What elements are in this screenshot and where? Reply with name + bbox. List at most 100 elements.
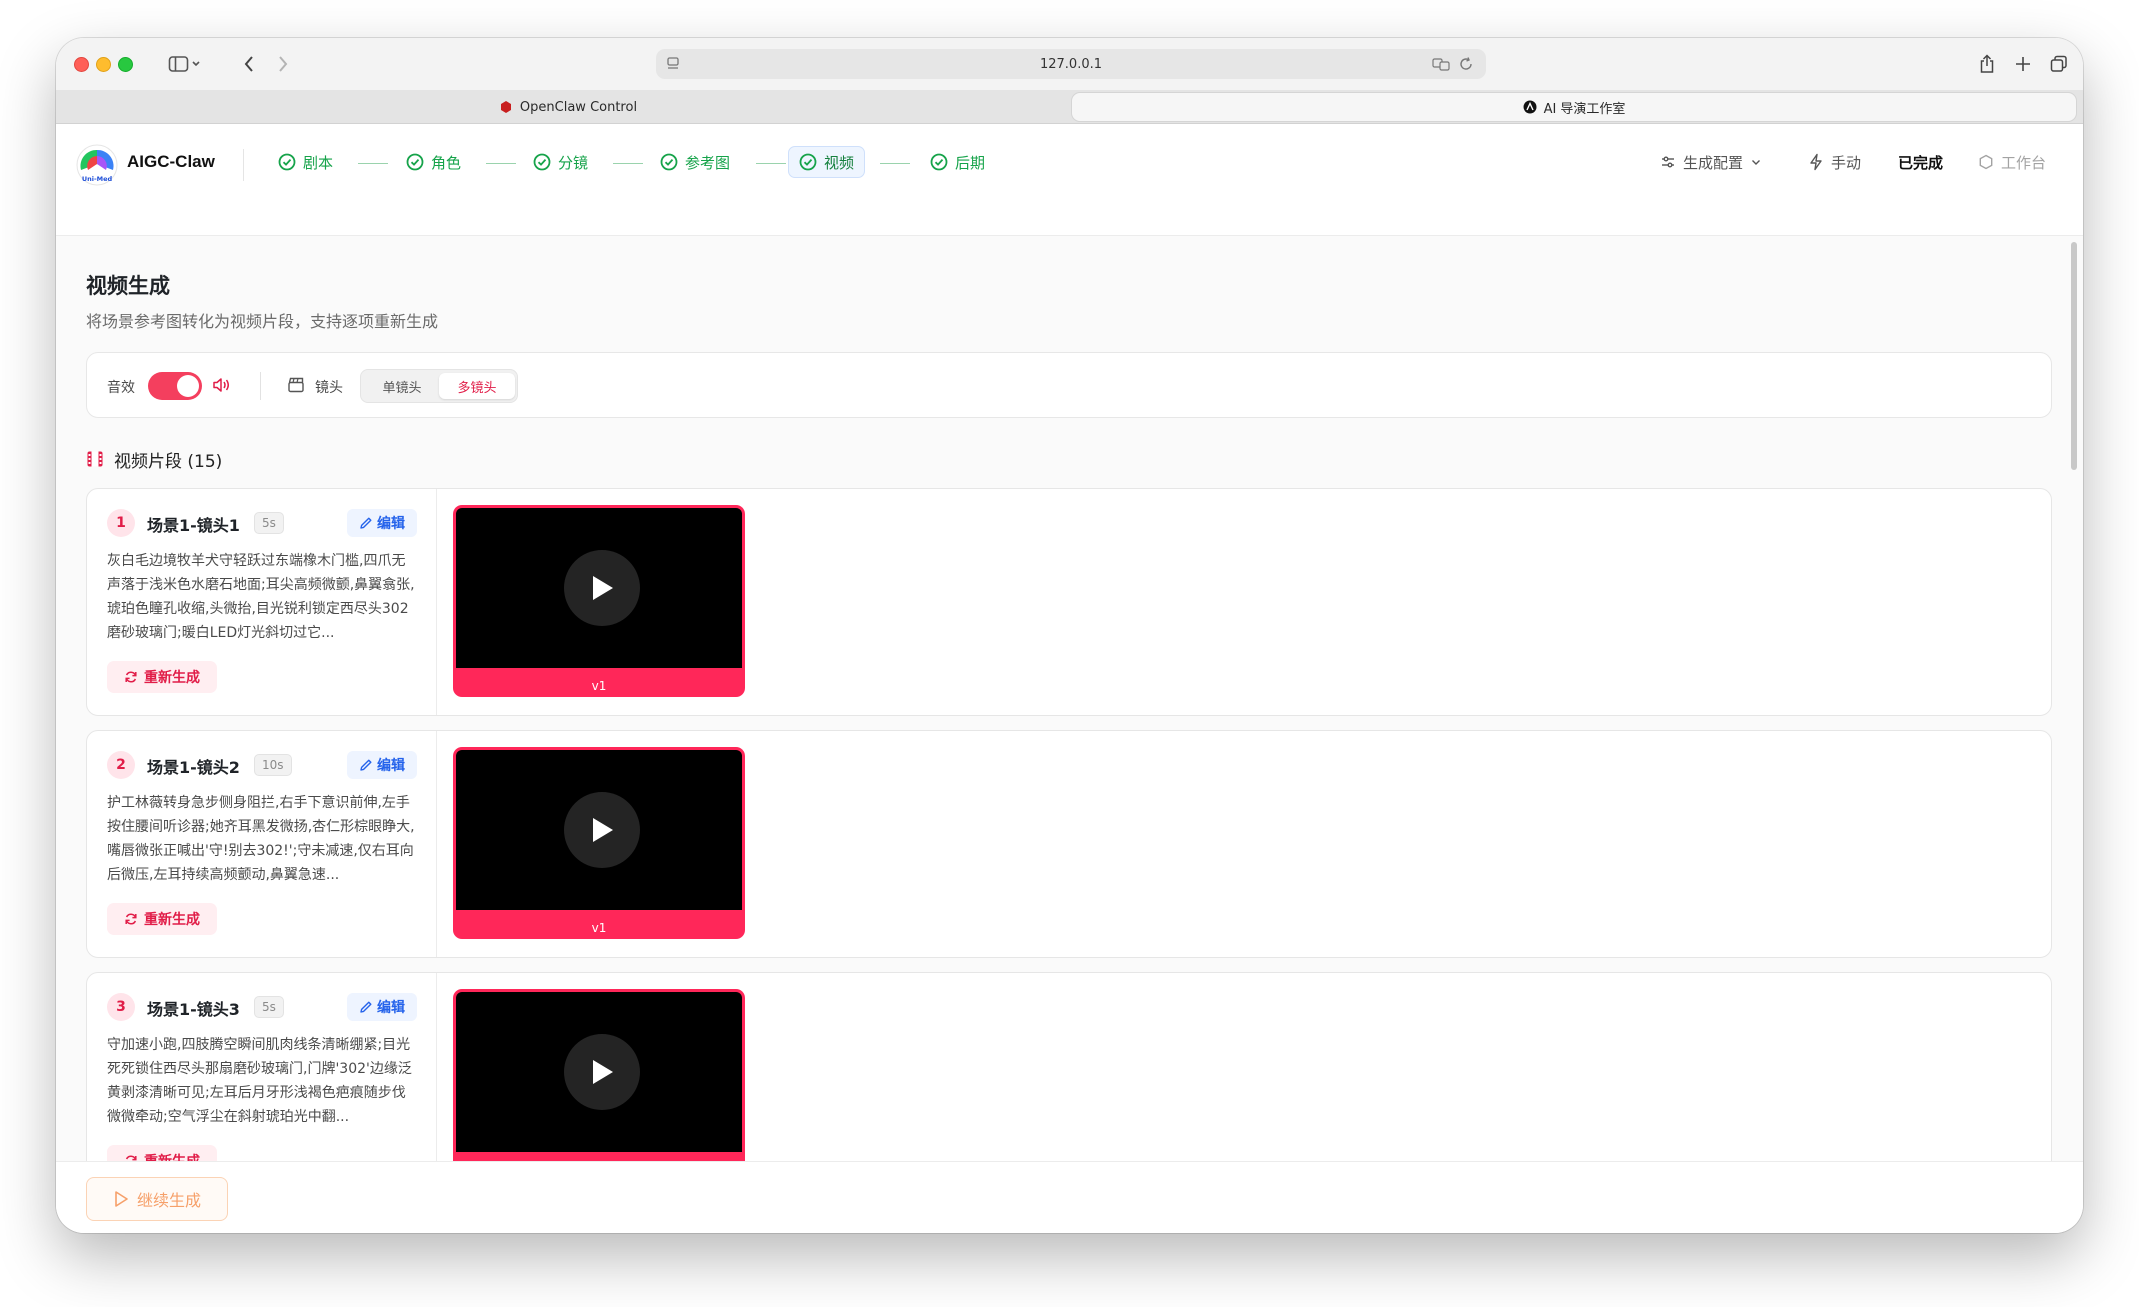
edit-label: 编辑 bbox=[377, 516, 405, 532]
single-shot-option[interactable]: 单镜头 bbox=[364, 373, 440, 399]
header-divider bbox=[243, 149, 244, 181]
ai-studio-favicon-icon bbox=[1523, 100, 1537, 114]
video-player[interactable] bbox=[456, 750, 742, 910]
completed-button[interactable]: 已完成 bbox=[1898, 146, 1943, 178]
lightning-icon bbox=[1810, 153, 1822, 171]
regenerate-label: 重新生成 bbox=[144, 912, 200, 928]
done-label: 已完成 bbox=[1898, 153, 1944, 172]
manual-label: 手动 bbox=[1831, 153, 1862, 172]
plus-icon bbox=[2016, 57, 2030, 71]
edit-button[interactable]: 编辑 bbox=[347, 993, 417, 1021]
play-icon bbox=[593, 1060, 613, 1084]
sound-label: 音效 bbox=[107, 380, 135, 396]
tab-ai-director-studio[interactable]: AI 导演工作室 bbox=[1072, 93, 2076, 121]
check-circle-icon bbox=[278, 153, 296, 171]
check-circle-icon bbox=[930, 153, 948, 171]
step-script[interactable]: 剧本 bbox=[268, 146, 343, 178]
step-label: 分镜 bbox=[558, 153, 589, 172]
share-button[interactable] bbox=[1972, 51, 2002, 77]
address-bar[interactable]: 127.0.0.1 bbox=[656, 49, 1486, 79]
check-circle-icon bbox=[406, 153, 424, 171]
logo-text: Uni-Med bbox=[82, 175, 113, 183]
clip-info: 1 场景1-镜头1 5s 编辑 灰白毛边境牧羊犬守轻跃过东端橡木门槛,四爪无声落… bbox=[87, 489, 437, 715]
minimize-window-button[interactable] bbox=[96, 57, 111, 72]
step-connector bbox=[613, 163, 643, 164]
main-content: 视频生成 将场景参考图转化为视频片段，支持逐项重新生成 音效 镜头 单镜头 多镜… bbox=[56, 236, 2083, 1161]
play-button[interactable] bbox=[564, 1034, 640, 1110]
step-label: 角色 bbox=[431, 153, 462, 172]
clip-duration-badge: 5s bbox=[254, 512, 284, 534]
sidebar-toggle-button[interactable] bbox=[156, 51, 214, 77]
step-connector bbox=[486, 163, 516, 164]
scrollbar[interactable] bbox=[2071, 242, 2077, 470]
manual-mode-button[interactable]: 手动 bbox=[1808, 146, 1861, 178]
chevron-left-icon bbox=[244, 56, 253, 72]
clapperboard-icon bbox=[288, 377, 304, 393]
video-player[interactable] bbox=[456, 508, 742, 668]
step-label: 参考图 bbox=[685, 153, 731, 172]
chevron-down-icon bbox=[1752, 160, 1761, 165]
play-button[interactable] bbox=[564, 550, 640, 626]
play-icon bbox=[593, 818, 613, 842]
clip-title: 场景1-镜头2 bbox=[147, 758, 240, 777]
play-outline-icon bbox=[115, 1191, 128, 1207]
tab-openclaw-control[interactable]: OpenClaw Control bbox=[64, 93, 1072, 121]
forward-button[interactable] bbox=[266, 51, 300, 77]
edit-button[interactable]: 编辑 bbox=[347, 509, 417, 537]
refresh-icon bbox=[125, 671, 137, 683]
edit-button[interactable]: 编辑 bbox=[347, 751, 417, 779]
continue-generate-button[interactable]: 继续生成 bbox=[86, 1177, 228, 1221]
step-character[interactable]: 角色 bbox=[396, 146, 471, 178]
close-window-button[interactable] bbox=[74, 57, 89, 72]
step-reference-image[interactable]: 参考图 bbox=[650, 146, 740, 178]
step-video[interactable]: 视频 bbox=[788, 146, 866, 178]
tab-overview-button[interactable] bbox=[2044, 51, 2074, 77]
video-thumbnail[interactable]: v1 bbox=[453, 505, 745, 697]
toggle-knob bbox=[177, 375, 199, 397]
regenerate-button[interactable]: 重新生成 bbox=[107, 661, 217, 693]
step-storyboard[interactable]: 分镜 bbox=[523, 146, 598, 178]
reload-icon[interactable] bbox=[1458, 56, 1474, 72]
clip-number: 1 bbox=[107, 509, 135, 537]
step-label: 剧本 bbox=[303, 153, 334, 172]
zoom-window-button[interactable] bbox=[118, 57, 133, 72]
regenerate-button[interactable]: 重新生成 bbox=[107, 903, 217, 935]
edit-label: 编辑 bbox=[377, 758, 405, 774]
browser-toolbar: 127.0.0.1 bbox=[56, 38, 2083, 90]
clip-duration-badge: 5s bbox=[254, 996, 284, 1018]
pencil-icon bbox=[360, 759, 372, 771]
tab-label: AI 导演工作室 bbox=[1543, 101, 1626, 117]
gen-config-dropdown[interactable]: 生成配置 bbox=[1660, 146, 1762, 178]
clip-info: 3 场景1-镜头3 5s 编辑 守加速小跑,四肢腾空瞬间肌肉线条清晰绷紧;目光死… bbox=[87, 973, 437, 1161]
translate-icon[interactable] bbox=[1432, 56, 1450, 72]
clip-title: 场景1-镜头1 bbox=[147, 516, 240, 535]
multi-shot-option[interactable]: 多镜头 bbox=[439, 373, 515, 399]
check-circle-icon bbox=[660, 153, 678, 171]
video-thumbnail[interactable]: v1 bbox=[453, 989, 745, 1161]
new-tab-button[interactable] bbox=[2008, 51, 2038, 77]
workspace-button[interactable]: 工作台 bbox=[1978, 146, 2046, 178]
play-icon bbox=[593, 576, 613, 600]
back-button[interactable] bbox=[232, 51, 266, 77]
shot-label: 镜头 bbox=[315, 380, 343, 396]
address-text: 127.0.0.1 bbox=[1039, 56, 1103, 72]
gen-config-label: 生成配置 bbox=[1683, 153, 1744, 172]
video-player[interactable] bbox=[456, 992, 742, 1152]
clip-number: 2 bbox=[107, 751, 135, 779]
page-icon bbox=[667, 57, 679, 69]
video-thumbnail[interactable]: v1 bbox=[453, 747, 745, 939]
openclaw-favicon-icon bbox=[500, 101, 511, 113]
clip-number: 3 bbox=[107, 993, 135, 1021]
page-subtitle: 将场景参考图转化为视频片段，支持逐项重新生成 bbox=[86, 312, 439, 331]
play-button[interactable] bbox=[564, 792, 640, 868]
continue-label: 继续生成 bbox=[136, 1191, 201, 1210]
sliders-icon bbox=[1662, 156, 1674, 168]
step-post-production[interactable]: 后期 bbox=[920, 146, 995, 178]
edit-label: 编辑 bbox=[377, 1000, 405, 1016]
film-icon bbox=[87, 451, 103, 467]
share-icon bbox=[1980, 54, 1994, 73]
regenerate-button[interactable]: 重新生成 bbox=[107, 1145, 217, 1161]
refresh-icon bbox=[125, 913, 137, 925]
step-label: 视频 bbox=[824, 153, 855, 172]
sound-toggle[interactable] bbox=[148, 372, 202, 400]
